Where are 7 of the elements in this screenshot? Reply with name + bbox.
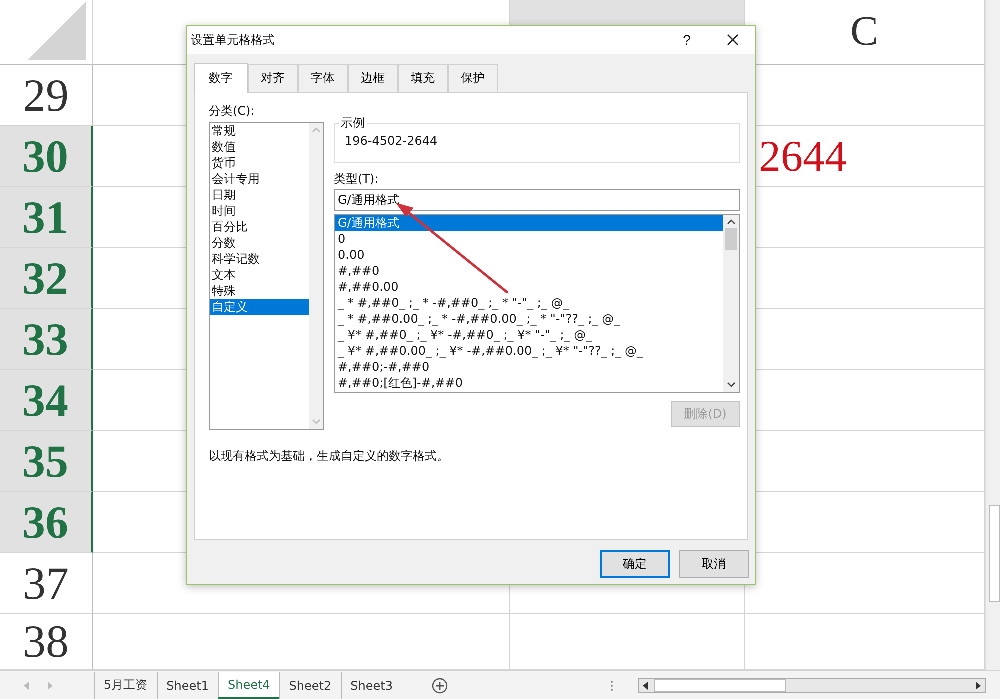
sample-label: 示例	[340, 115, 366, 132]
dialog-title: 设置单元格格式	[191, 32, 276, 48]
type-label: 类型(T):	[334, 171, 380, 187]
cell-value: 2644	[759, 130, 847, 182]
description-text: 以现有格式为基础，生成自定义的数字格式。	[209, 448, 450, 465]
sample-value: 196-4502-2644	[345, 134, 438, 148]
category-label: 分类(C):	[209, 103, 256, 119]
